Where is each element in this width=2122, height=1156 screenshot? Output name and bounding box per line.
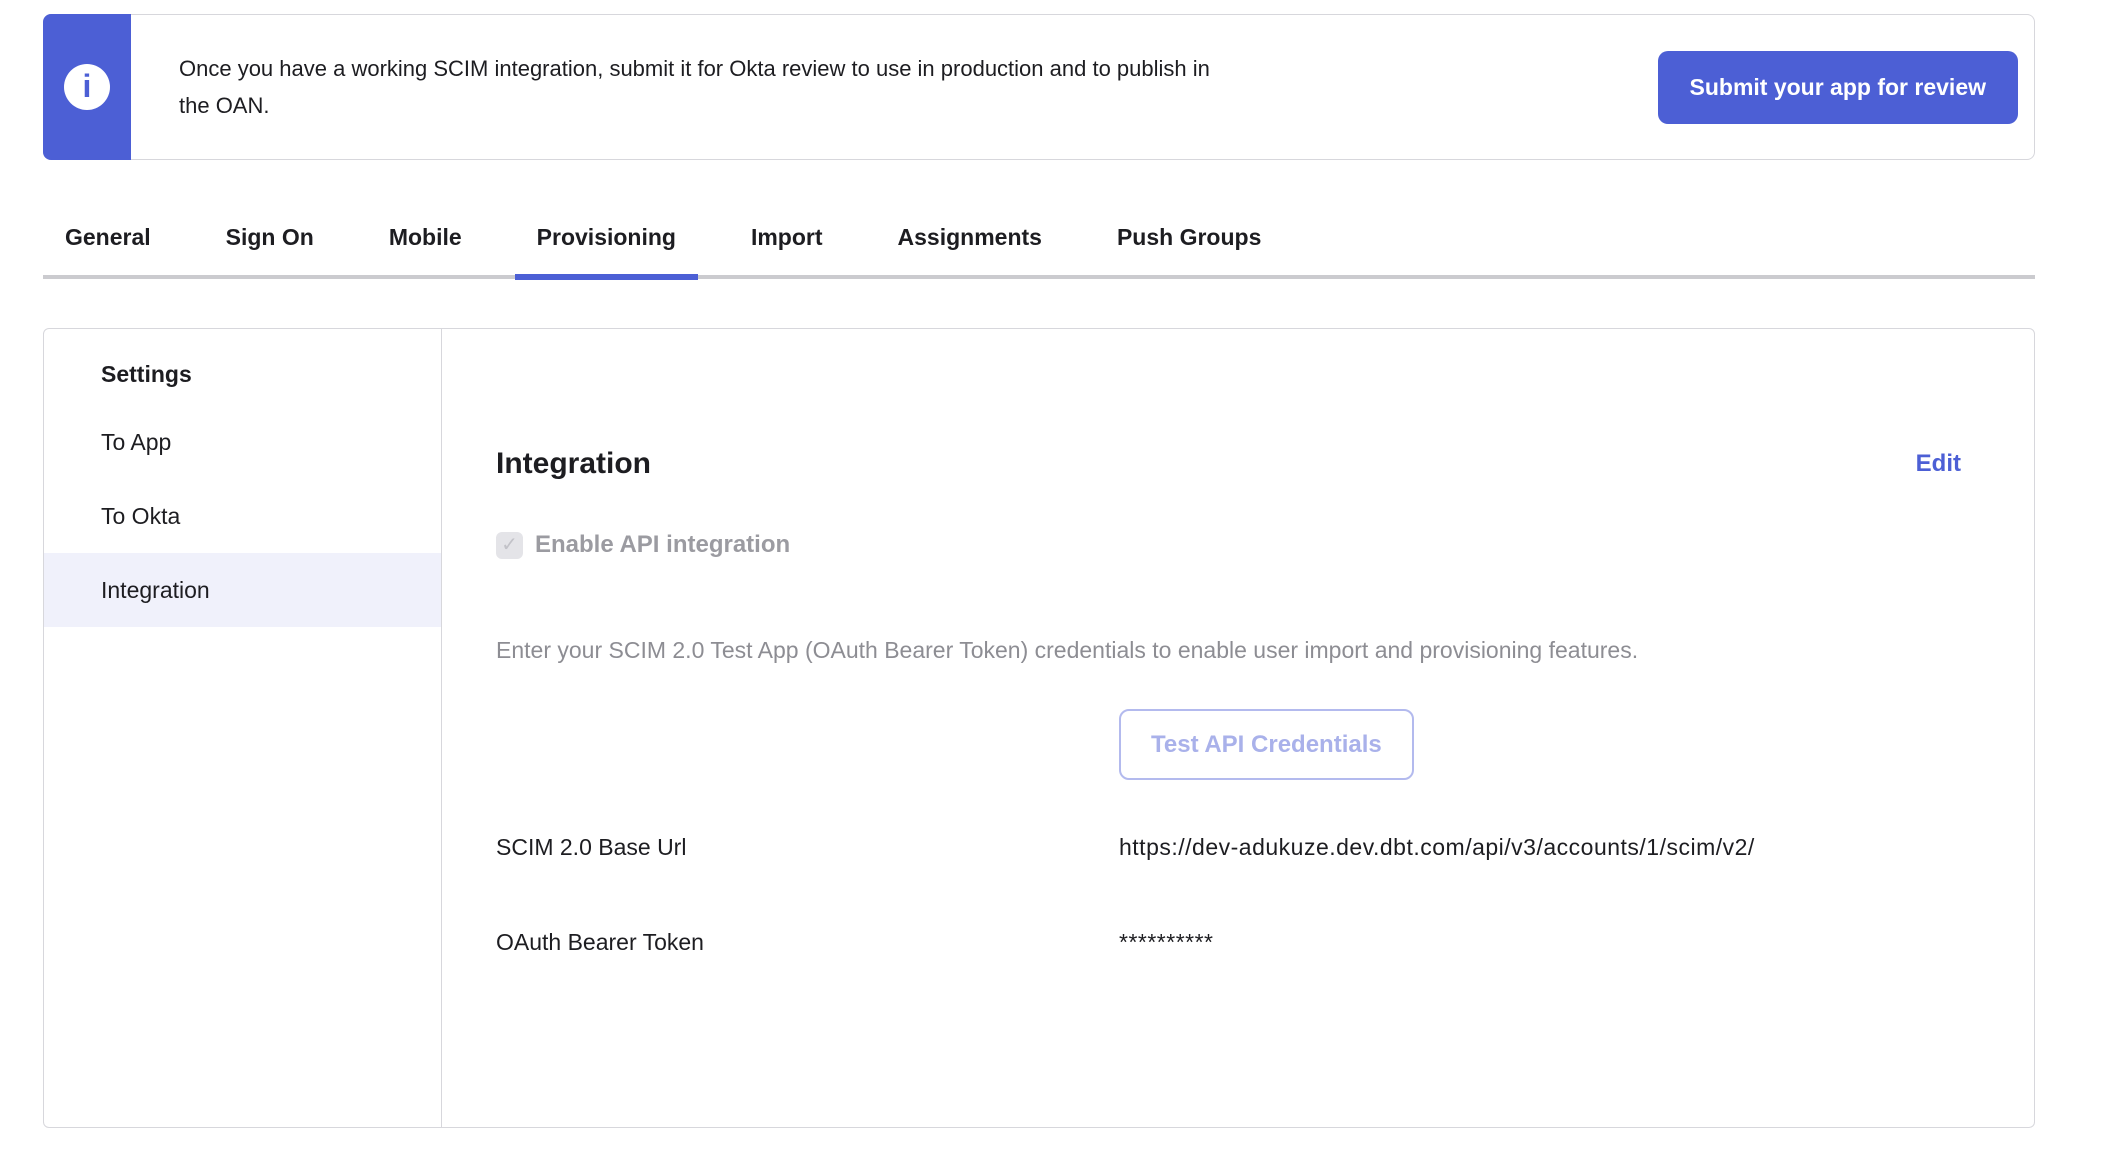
info-banner-accent: i	[43, 14, 131, 160]
provisioning-panel: Settings To App To Okta Integration Inte…	[43, 328, 2035, 1128]
scim-base-url-label: SCIM 2.0 Base Url	[496, 834, 1119, 861]
enable-api-integration-row: ✓ Enable API integration	[496, 531, 1961, 559]
info-icon: i	[64, 64, 110, 110]
sidebar-item-integration[interactable]: Integration	[44, 553, 441, 627]
scim-base-url-value: https://dev-adukuze.dev.dbt.com/api/v3/a…	[1119, 834, 1755, 861]
checkmark-icon: ✓	[501, 535, 518, 555]
sidebar-item-to-okta[interactable]: To Okta	[44, 479, 441, 553]
sidebar-header: Settings	[44, 343, 441, 405]
scim-base-url-row: SCIM 2.0 Base Url https://dev-adukuze.de…	[496, 834, 1961, 861]
tab-import[interactable]: Import	[729, 208, 845, 275]
oauth-bearer-token-row: OAuth Bearer Token **********	[496, 929, 1961, 956]
settings-sidebar: Settings To App To Okta Integration	[44, 329, 442, 1127]
banner-message: Once you have a working SCIM integration…	[179, 50, 1229, 124]
integration-section: Integration Edit ✓ Enable API integratio…	[442, 329, 2034, 1127]
tab-mobile[interactable]: Mobile	[367, 208, 484, 275]
submit-app-review-button[interactable]: Submit your app for review	[1658, 51, 2019, 124]
enable-api-integration-checkbox: ✓	[496, 532, 523, 559]
section-header: Integration Edit	[496, 447, 1961, 481]
credentials-description: Enter your SCIM 2.0 Test App (OAuth Bear…	[496, 635, 1961, 665]
app-tab-bar: General Sign On Mobile Provisioning Impo…	[43, 208, 2035, 279]
oauth-bearer-token-value: **********	[1119, 929, 1214, 956]
provisioning-page: i Once you have a working SCIM integrati…	[0, 0, 2122, 1156]
tab-push-groups[interactable]: Push Groups	[1095, 208, 1283, 275]
tab-general[interactable]: General	[43, 208, 173, 275]
sidebar-item-to-app[interactable]: To App	[44, 405, 441, 479]
section-title: Integration	[496, 447, 651, 481]
oauth-bearer-token-label: OAuth Bearer Token	[496, 929, 1119, 956]
tab-provisioning[interactable]: Provisioning	[515, 208, 698, 275]
info-icon-glyph: i	[83, 70, 92, 102]
tab-assignments[interactable]: Assignments	[876, 208, 1064, 275]
tab-sign-on[interactable]: Sign On	[204, 208, 336, 275]
test-api-credentials-button[interactable]: Test API Credentials	[1119, 709, 1414, 780]
enable-api-integration-label: Enable API integration	[535, 531, 790, 559]
info-banner: i Once you have a working SCIM integrati…	[43, 14, 2035, 160]
edit-link[interactable]: Edit	[1916, 450, 1961, 478]
